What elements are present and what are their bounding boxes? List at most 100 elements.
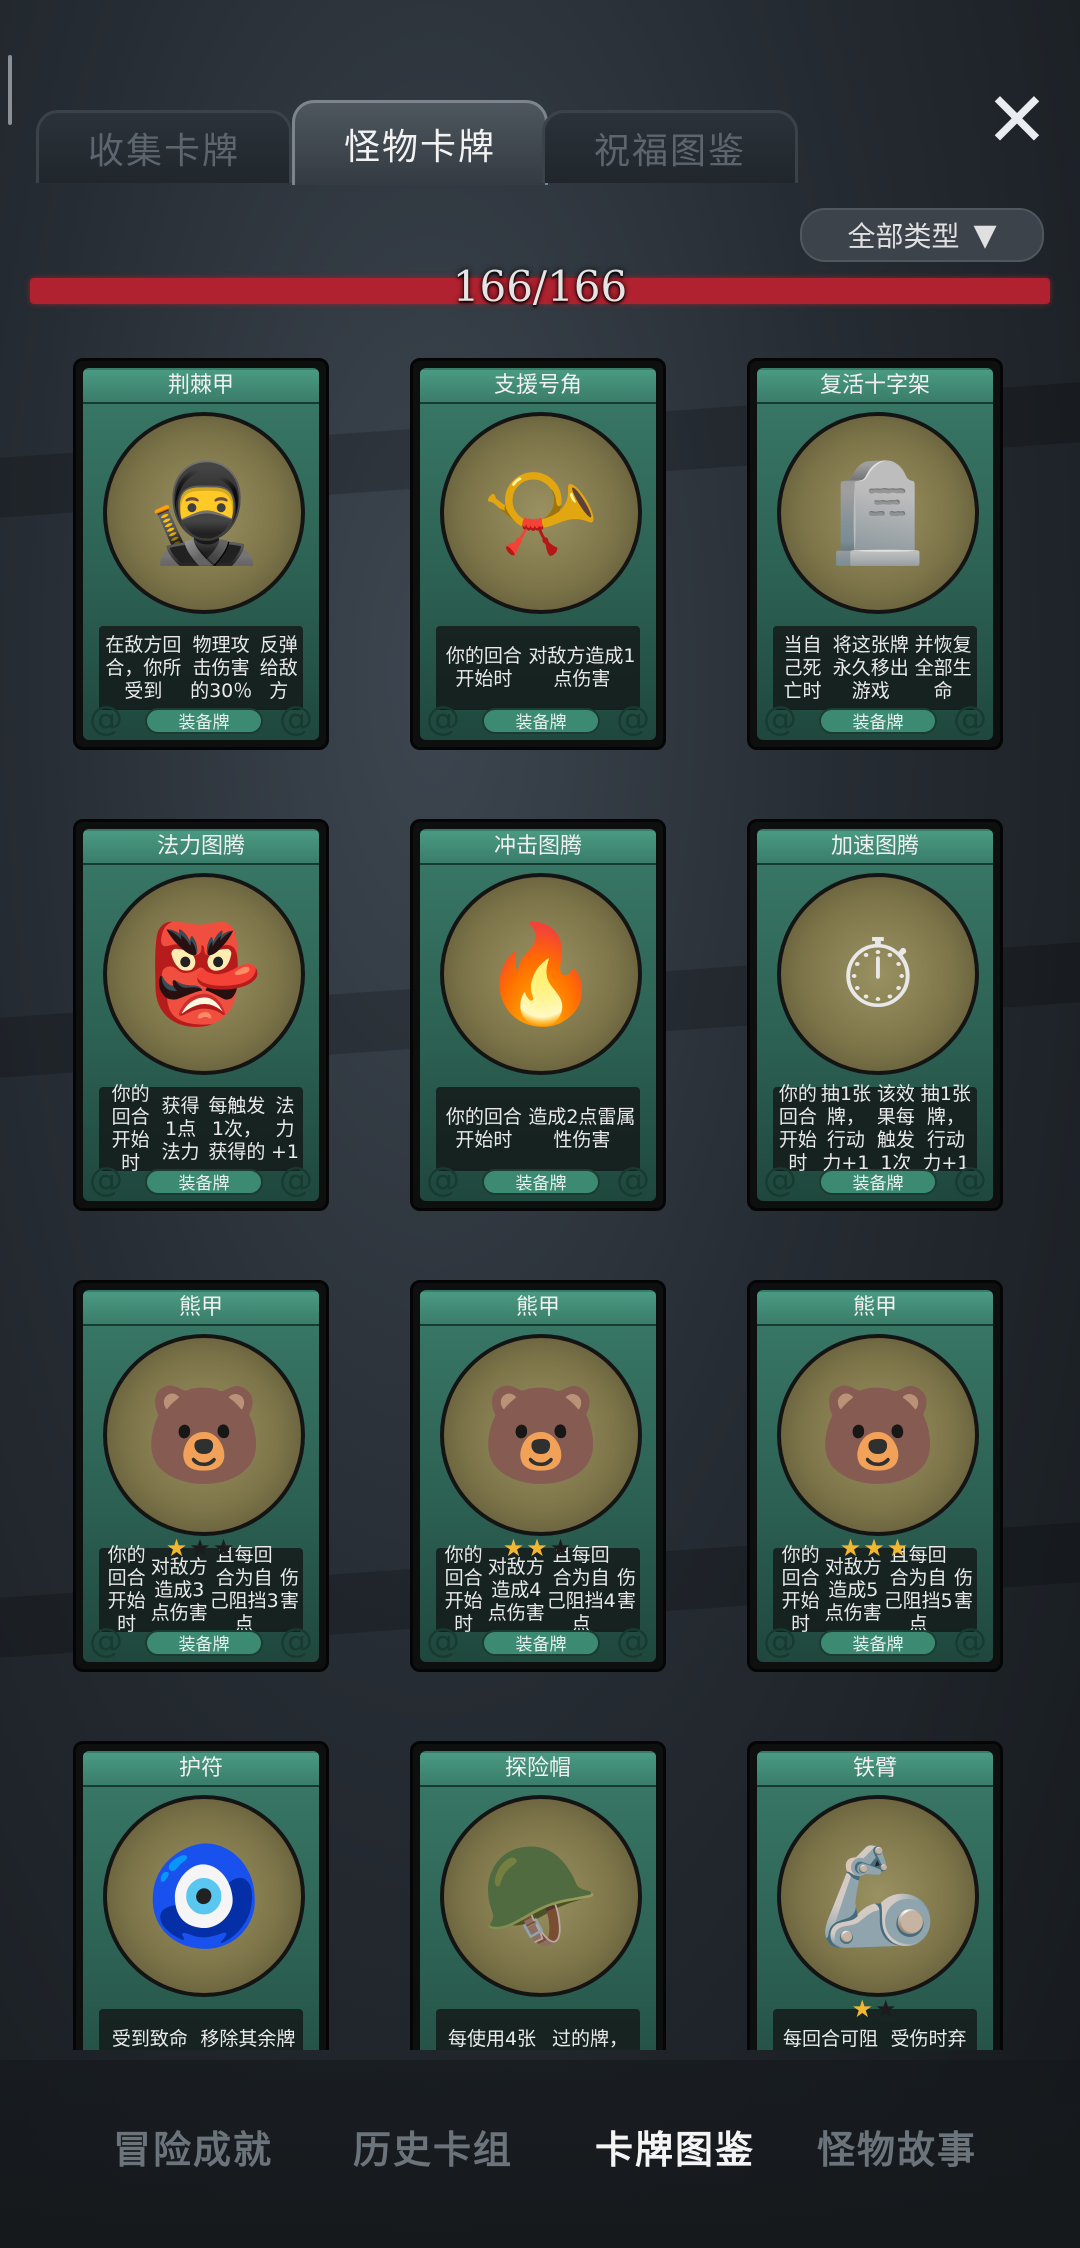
tab-bar: 收集卡牌 怪物卡牌 祝福图鉴 xyxy=(30,100,798,190)
card-art-frame: 🐻 xyxy=(103,1334,305,1536)
card-description-line: 伤害 xyxy=(953,1567,973,1612)
card-description-line: 并恢复全部生命 xyxy=(914,633,972,702)
card-art-frame: 🪖 xyxy=(440,1795,642,1997)
card-title: 熊甲 xyxy=(83,1292,319,1326)
card-description-line: 在敌方回合，你所受到 xyxy=(105,633,182,702)
card-description: 你的回合开始时 对敌方造成1点伤害 xyxy=(436,626,640,710)
card-title: 复活十字架 xyxy=(757,370,993,404)
monster-card[interactable]: 冲击图腾 🔥 你的回合开始时 造成2点雷属性伤害 @ @ 装备牌 xyxy=(410,819,666,1211)
card-description-line: 对敌方造成4点伤害 xyxy=(487,1555,545,1624)
swirl-ornament-icon: @ xyxy=(426,699,460,739)
card-title: 加速图腾 xyxy=(757,831,993,865)
card-description-line: 每使用4张你未拥有 xyxy=(447,2028,537,2050)
star-filled-icon: ★ xyxy=(502,1534,527,1562)
card-title: 冲击图腾 xyxy=(420,831,656,865)
card-description-line: 受伤时弃掉这张牌 xyxy=(890,2028,967,2050)
card-art-frame: 🪦 xyxy=(777,412,979,614)
card-description-line: 抽1张牌，行动力+1 xyxy=(820,1083,871,1174)
equip-card-badge: 装备牌 xyxy=(819,708,937,734)
card-star-rating: ★★★ xyxy=(83,1534,319,1562)
bear-fur-icon: 🐻 xyxy=(481,1379,601,1491)
card-description-line: 反弹给敌方 xyxy=(259,633,298,702)
equip-card-badge: 装备牌 xyxy=(482,1630,600,1656)
card-description-line: 过的牌，抽1张牌 xyxy=(552,2028,629,2050)
monster-card[interactable]: 熊甲 🐻 你的回合开始时 对敌方造成3点伤害 且每回合为自己阻挡3点 伤害 ★★★ @ @ 装备牌 xyxy=(73,1280,329,1672)
card-art-frame: 🥷 xyxy=(103,412,305,614)
card-title: 探险帽 xyxy=(420,1753,656,1787)
hood-armor-icon: 🥷 xyxy=(144,457,264,569)
swirl-ornament-icon: @ xyxy=(763,1160,797,1200)
card-title: 熊甲 xyxy=(757,1292,993,1326)
card-description-line: 移除其余牌1回合 xyxy=(200,2028,296,2050)
card-description: 在敌方回合，你所受到 物理攻击伤害的30％ 反弹给敌方 xyxy=(99,626,303,710)
monster-card[interactable]: 法力图腾 👺 你的回合开始时 获得1点法力 每触发1次，获得的 法力+1 @ @ 装备牌 xyxy=(73,819,329,1211)
card-description-line: 法力+1 xyxy=(271,1094,300,1163)
swirl-ornament-icon: @ xyxy=(89,1621,123,1661)
funnel-icon: ▼ xyxy=(973,217,997,253)
monster-card[interactable]: 加速图腾 ⏱ 你的回合开始时 抽1张牌，行动力+1 该效果每触发1次 抽1张牌，行动力+1… xyxy=(747,819,1003,1211)
star-empty-icon: ★ xyxy=(212,1534,237,1562)
equip-card-badge: 装备牌 xyxy=(482,708,600,734)
card-description-line: 伤害 xyxy=(616,1567,636,1612)
monster-card[interactable]: 护符🧿受到致命伤害时移除其余牌1回合@@装备牌 xyxy=(73,1741,329,2050)
edge-handle xyxy=(8,55,12,125)
swirl-ornament-icon: @ xyxy=(763,699,797,739)
mana-totem-icon: 👺 xyxy=(144,918,264,1030)
star-filled-icon: ★ xyxy=(863,1534,887,1562)
tab-blessing-codex[interactable]: 祝福图鉴 xyxy=(542,110,798,183)
card-title: 荆棘甲 xyxy=(83,370,319,404)
horn-icon: 📯 xyxy=(481,457,601,569)
nav-card-codex[interactable]: 卡牌图鉴 xyxy=(560,2108,790,2184)
equip-card-badge: 装备牌 xyxy=(145,1630,263,1656)
card-art-frame: 🐻 xyxy=(440,1334,642,1536)
card-art-frame: 🧿 xyxy=(103,1795,305,1997)
card-title: 法力图腾 xyxy=(83,831,319,865)
type-filter-button[interactable]: 全部类型 ▼ xyxy=(800,208,1044,262)
card-description: 你的回合开始时 获得1点法力 每触发1次，获得的 法力+1 xyxy=(99,1083,303,1174)
iron-gauntlet-icon: 🦾 xyxy=(818,1840,938,1952)
card-art-frame: 📯 xyxy=(440,412,642,614)
swirl-ornament-icon: @ xyxy=(89,699,123,739)
card-description-line: 当自己死亡时 xyxy=(783,633,822,702)
nav-adventure-achievements[interactable]: 冒险成就 xyxy=(78,2108,308,2184)
card-description: 当自己死亡时 将这张牌永久移出游戏 并恢复全部生命 xyxy=(773,626,977,710)
card-star-rating: ★★★ xyxy=(757,1534,993,1562)
monster-card[interactable]: 荆棘甲 🥷 在敌方回合，你所受到 物理攻击伤害的30％ 反弹给敌方 @ @ 装备牌 xyxy=(73,358,329,750)
card-description-line: 你的回合开始时 xyxy=(445,1106,522,1151)
star-filled-icon: ★ xyxy=(526,1534,550,1562)
monster-card[interactable]: 探险帽🪖每使用4张你未拥有过的牌，抽1张牌@@装备牌 xyxy=(410,1741,666,2050)
tab-monster-cards[interactable]: 怪物卡牌 xyxy=(292,100,548,185)
filter-label: 全部类型 xyxy=(847,220,960,253)
nav-monster-stories[interactable]: 怪物故事 xyxy=(782,2108,1012,2184)
monster-card[interactable]: 支援号角 📯 你的回合开始时 对敌方造成1点伤害 @ @ 装备牌 xyxy=(410,358,666,750)
collection-progress-text: 166/166 xyxy=(452,262,628,311)
monster-card[interactable]: 铁臂🦾每回合可阻挡8点伤害受伤时弃掉这张牌★★@@装备牌 xyxy=(747,1741,1003,2050)
tombstone-cross-icon: 🪦 xyxy=(818,457,938,569)
monster-card[interactable]: 熊甲 🐻 你的回合开始时 对敌方造成5点伤害 且每回合为自己阻挡5点 伤害 ★★★ @ @ 装备牌 xyxy=(747,1280,1003,1672)
card-art-frame: 🔥 xyxy=(440,873,642,1075)
haste-totem-icon: ⏱ xyxy=(840,918,916,1030)
star-filled-icon: ★ xyxy=(165,1534,190,1562)
monster-card[interactable]: 熊甲 🐻 你的回合开始时 对敌方造成4点伤害 且每回合为自己阻挡4点 伤害 ★★★ @ @ 装备牌 xyxy=(410,1280,666,1672)
card-description-line: 伤害 xyxy=(279,1567,299,1612)
close-icon[interactable]: ✕ xyxy=(985,82,1049,158)
swirl-ornament-icon: @ xyxy=(279,1160,313,1200)
card-description-line: 将这张牌永久移出游戏 xyxy=(832,633,909,702)
card-art-frame: 👺 xyxy=(103,873,305,1075)
card-grid: 荆棘甲 🥷 在敌方回合，你所受到 物理攻击伤害的30％ 反弹给敌方 @ @ 装备牌 支援号角 📯 你… xyxy=(0,358,1080,2050)
card-description-line: 你的回合开始时 xyxy=(445,645,522,690)
card-description-line: 对敌方造成3点伤害 xyxy=(150,1555,208,1624)
card-description-line: 对敌方造成5点伤害 xyxy=(824,1555,882,1624)
monster-card[interactable]: 复活十字架 🪦 当自己死亡时 将这张牌永久移出游戏 并恢复全部生命 @ @ 装备牌 xyxy=(747,358,1003,750)
swirl-ornament-icon: @ xyxy=(426,1621,460,1661)
impact-totem-icon: 🔥 xyxy=(481,918,601,1030)
swirl-ornament-icon: @ xyxy=(616,1160,650,1200)
card-description-line: 每回合可阻挡8点伤害 xyxy=(783,2028,879,2050)
card-description-line: 该效果每触发1次 xyxy=(876,1083,915,1174)
card-description-line: 对敌方造成1点伤害 xyxy=(528,645,636,690)
swirl-ornament-icon: @ xyxy=(279,1621,313,1661)
card-art-frame: 🐻 xyxy=(777,1334,979,1536)
equip-card-badge: 装备牌 xyxy=(145,708,263,734)
nav-deck-history[interactable]: 历史卡组 xyxy=(318,2108,548,2184)
tab-collect-cards[interactable]: 收集卡牌 xyxy=(36,110,292,183)
